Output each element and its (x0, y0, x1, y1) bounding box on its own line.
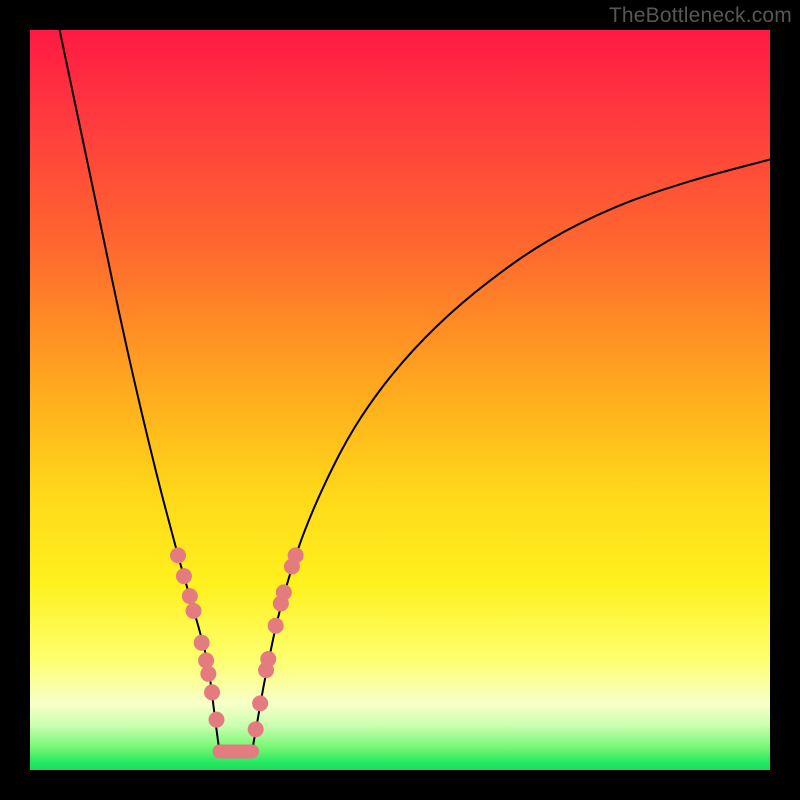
scatter-points (170, 547, 304, 737)
data-point (200, 666, 216, 682)
data-point (198, 652, 214, 668)
curve-right-arm (252, 160, 770, 752)
data-point (176, 568, 192, 584)
data-point (260, 651, 276, 667)
chart-svg (30, 30, 770, 770)
data-point (276, 584, 292, 600)
data-point (204, 684, 220, 700)
data-point (248, 721, 264, 737)
data-point (182, 588, 198, 604)
plot-area (30, 30, 770, 770)
chart-frame: TheBottleneck.com (0, 0, 800, 800)
data-point (208, 712, 224, 728)
data-point (170, 547, 186, 563)
data-point (288, 547, 304, 563)
data-point (194, 635, 210, 651)
watermark-text: TheBottleneck.com (609, 4, 792, 28)
data-point (252, 695, 268, 711)
data-point (186, 603, 202, 619)
data-point (268, 618, 284, 634)
